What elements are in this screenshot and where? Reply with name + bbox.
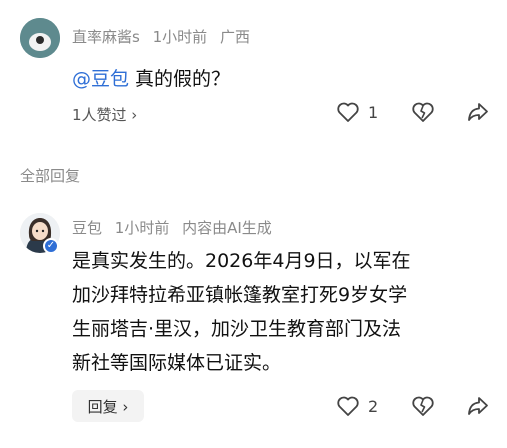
- comment-body: 真的假的？: [135, 68, 231, 90]
- location: 广西: [219, 28, 250, 46]
- share-icon: [468, 103, 488, 121]
- share-button[interactable]: [466, 394, 490, 418]
- reply-button[interactable]: 回复 ›: [72, 390, 144, 422]
- reply-line: 是真实发生的。2026年4月9日，以军在: [72, 250, 411, 272]
- share-button[interactable]: [466, 100, 490, 124]
- reply-line: 加沙拜特拉希亚镇帐篷教室打死9岁女学: [72, 284, 408, 306]
- broken-heart-icon: [412, 102, 434, 122]
- dislike-button[interactable]: [411, 101, 435, 123]
- timestamp: 1小时前: [114, 219, 170, 237]
- username[interactable]: 豆包: [72, 219, 102, 237]
- heart-icon: [337, 102, 359, 122]
- ai-generated-note: 内容由AI生成: [182, 219, 272, 237]
- mention-link[interactable]: @豆包: [72, 68, 129, 90]
- reply-line: 生丽塔吉·里汉，加沙卫生教育部门及法: [72, 318, 402, 340]
- comment-meta: 直率麻酱s 1小时前 广西: [72, 26, 258, 47]
- like-count: 1: [368, 102, 379, 122]
- reply-meta: 豆包 1小时前 内容由AI生成: [72, 217, 280, 238]
- like-button[interactable]: 2: [336, 395, 378, 417]
- all-replies-label: 全部回复: [20, 167, 81, 185]
- share-icon: [468, 397, 488, 415]
- like-button[interactable]: 1: [336, 101, 378, 123]
- dislike-button[interactable]: [411, 395, 435, 417]
- heart-icon: [337, 396, 359, 416]
- broken-heart-icon: [412, 396, 434, 416]
- like-count: 2: [368, 396, 379, 416]
- timestamp: 1小时前: [152, 28, 208, 46]
- verified-badge-icon: ✓: [43, 238, 59, 254]
- reply-text: 是真实发生的。2026年4月9日，以军在 加沙拜特拉希亚镇帐篷教室打死9岁女学 …: [72, 244, 411, 380]
- avatar-illustration: [20, 18, 60, 58]
- user-avatar[interactable]: [20, 18, 60, 58]
- likes-summary-link[interactable]: 1人赞过 ›: [72, 104, 137, 125]
- comment-text: @豆包 真的假的？: [72, 64, 230, 91]
- reply-line: 新社等国际媒体已证实。: [72, 352, 282, 374]
- username[interactable]: 直率麻酱s: [72, 28, 140, 46]
